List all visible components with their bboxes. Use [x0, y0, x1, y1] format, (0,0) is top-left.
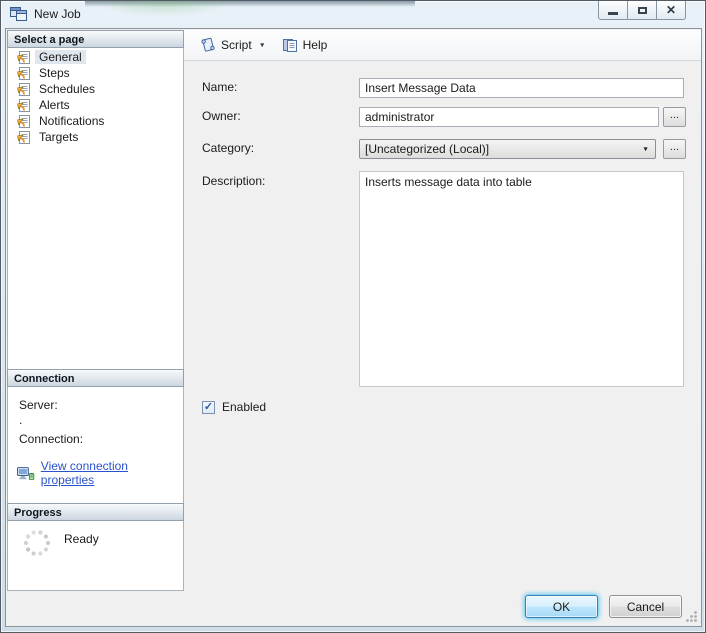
select-a-page-header: Select a page — [7, 30, 184, 48]
server-label: Server: — [19, 398, 58, 412]
sidebar-item-label: Targets — [35, 130, 82, 144]
titlebar-glass-tint — [93, 1, 233, 17]
owner-input[interactable] — [359, 107, 659, 127]
category-dropdown[interactable]: [Uncategorized (Local)] ▼ — [359, 139, 656, 159]
script-button[interactable]: Script ▼ — [192, 32, 274, 58]
sidebar-item-steps[interactable]: Steps — [8, 65, 183, 81]
sidebar-item-schedules[interactable]: Schedules — [8, 81, 183, 97]
enabled-checkbox-row: ✓ Enabled — [202, 400, 266, 414]
page-icon — [16, 67, 32, 80]
page-icon — [16, 131, 32, 144]
enabled-label: Enabled — [222, 400, 266, 414]
maximize-icon — [638, 7, 647, 14]
sidebar-item-label: General — [35, 50, 86, 64]
name-label: Name: — [202, 80, 237, 94]
sidebar-item-label: Notifications — [35, 114, 108, 128]
owner-browse-button[interactable]: ... — [663, 107, 686, 127]
sidebar-item-targets[interactable]: Targets — [8, 129, 183, 145]
resize-grip[interactable] — [685, 610, 698, 623]
checkmark-icon: ✓ — [204, 401, 213, 413]
category-selected-value: [Uncategorized (Local)] — [365, 142, 489, 156]
cancel-button[interactable]: Cancel — [609, 595, 682, 618]
sidebar-item-label: Alerts — [35, 98, 74, 112]
connection-properties-icon — [17, 466, 35, 481]
window-title: New Job — [34, 7, 81, 21]
script-dropdown-caret-icon: ▼ — [259, 42, 266, 48]
progress-spinner-icon — [21, 527, 53, 559]
sidebar-item-label: Schedules — [35, 82, 99, 96]
sidebar-item-general[interactable]: General — [8, 49, 183, 65]
description-label: Description: — [202, 174, 265, 188]
category-browse-button[interactable]: ... — [663, 139, 686, 159]
title-bar[interactable]: New Job ✕ — [1, 1, 705, 28]
window-controls: ✕ — [599, 1, 686, 20]
new-job-icon — [10, 7, 27, 21]
description-textarea[interactable]: Inserts message data into table — [359, 171, 684, 387]
new-job-dialog: New Job ✕ Select a page — [0, 0, 706, 633]
server-value: . — [19, 413, 22, 427]
maximize-button[interactable] — [627, 1, 657, 20]
progress-panel: Ready — [7, 521, 184, 591]
connection-panel: Server: . Connection: View connection pr… — [7, 387, 184, 503]
close-button[interactable]: ✕ — [656, 1, 686, 20]
chevron-down-icon: ▼ — [642, 146, 649, 152]
progress-status: Ready — [64, 532, 99, 546]
progress-header: Progress — [7, 503, 184, 521]
connection-header: Connection — [7, 369, 184, 387]
sidebar-item-alerts[interactable]: Alerts — [8, 97, 183, 113]
link-label: View connection properties — [41, 459, 183, 487]
name-input[interactable] — [359, 78, 684, 98]
page-icon — [16, 99, 32, 112]
sidebar-item-notifications[interactable]: Notifications — [8, 113, 183, 129]
help-icon — [282, 38, 298, 53]
page-icon — [16, 115, 32, 128]
owner-label: Owner: — [202, 109, 241, 123]
page-list: General Steps — [7, 48, 184, 369]
dialog-toolbar: Script ▼ Help — [184, 30, 701, 61]
page-icon — [16, 51, 32, 64]
connection-label: Connection: — [19, 432, 83, 446]
close-icon: ✕ — [666, 3, 676, 17]
sidebar-item-label: Steps — [35, 66, 74, 80]
help-button[interactable]: Help — [274, 32, 336, 58]
help-button-label: Help — [303, 38, 328, 52]
script-icon — [200, 37, 216, 53]
dialog-body: Select a page General — [5, 28, 702, 627]
ok-button[interactable]: OK — [525, 595, 598, 618]
enabled-checkbox[interactable]: ✓ — [202, 401, 215, 414]
category-label: Category: — [202, 141, 254, 155]
page-icon — [16, 83, 32, 96]
script-button-label: Script — [221, 38, 252, 52]
view-connection-properties-link[interactable]: View connection properties — [17, 459, 183, 487]
minimize-icon — [608, 12, 618, 15]
minimize-button[interactable] — [598, 1, 628, 20]
